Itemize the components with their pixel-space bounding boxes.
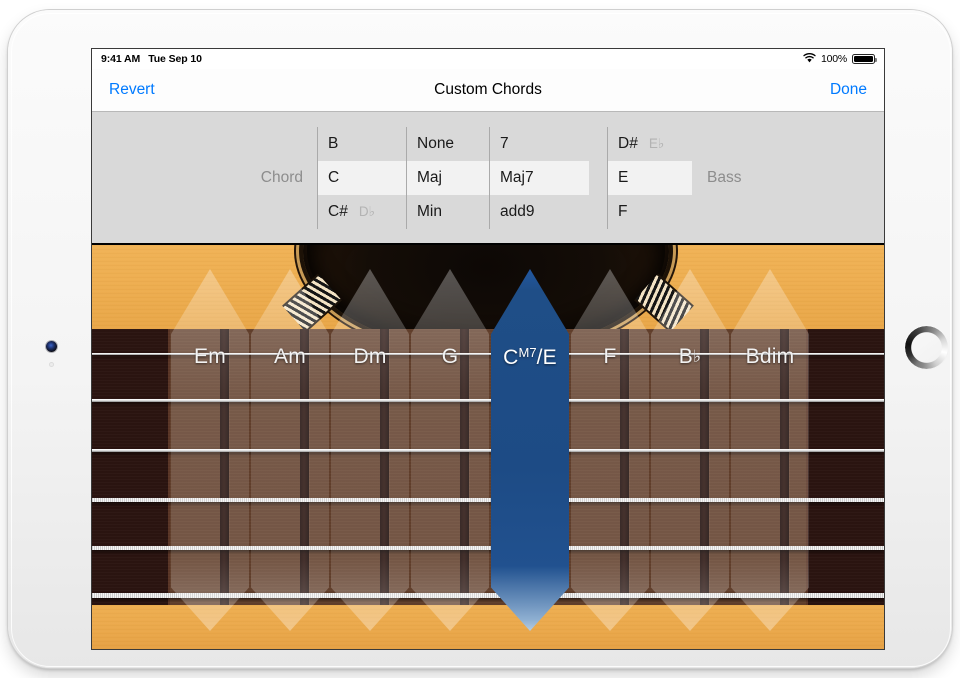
picker-item-enharmonic: D♭: [359, 204, 375, 220]
picker-item-bass-0[interactable]: D# E♭: [608, 127, 692, 161]
front-camera-icon: [46, 341, 57, 352]
chord-strip-1[interactable]: Am: [251, 269, 329, 631]
ipad-screen: 9:41 AM Tue Sep 10 100% Revert Custom Ch…: [92, 49, 884, 649]
picker-column-root[interactable]: B C C# D♭: [317, 127, 406, 229]
chord-strip-label: Bdim: [731, 345, 809, 369]
picker-item-value: D#: [618, 135, 638, 153]
picker-item-extension-1[interactable]: Maj7: [490, 161, 589, 195]
chord-strip-label: Am: [251, 345, 329, 369]
bass-label: Bass: [707, 169, 741, 187]
done-button[interactable]: Done: [830, 69, 867, 110]
picker-item-root-2[interactable]: C# D♭: [318, 195, 406, 229]
picker-column-extension[interactable]: 7 Maj7 add9: [489, 127, 589, 229]
battery-percent-label: 100%: [821, 53, 847, 65]
ipad-device-frame: 9:41 AM Tue Sep 10 100% Revert Custom Ch…: [8, 10, 952, 668]
picker-item-value: None: [417, 135, 454, 153]
wifi-icon: [803, 53, 816, 66]
chord-picker-panel: Chord B C C# D♭: [92, 112, 884, 244]
chord-strip-7[interactable]: Bdim: [731, 269, 809, 631]
picker-item-quality-0[interactable]: None: [407, 127, 489, 161]
chord-strip-label: Dm: [331, 345, 409, 369]
chord-strip-label: B♭: [651, 345, 729, 369]
microphone-icon: [49, 362, 54, 367]
picker-item-enharmonic: E♭: [649, 136, 664, 152]
picker-item-value: B: [328, 135, 338, 153]
picker-item-value: E: [618, 169, 628, 187]
picker-item-extension-2[interactable]: add9: [490, 195, 589, 229]
chord-strip-0[interactable]: Em: [171, 269, 249, 631]
picker-item-value: 7: [500, 135, 509, 153]
chord-strip-label: CM7/E: [491, 345, 569, 370]
guitar-view: Em Am Dm G CM7/E F B♭: [92, 245, 884, 649]
navigation-bar: Revert Custom Chords Done: [92, 69, 884, 112]
chord-strip-label: F: [571, 345, 649, 369]
picker-item-bass-1[interactable]: E: [608, 161, 692, 195]
status-time: 9:41 AM: [101, 53, 140, 65]
picker-item-value: F: [618, 203, 627, 221]
chord-strip-5[interactable]: F: [571, 269, 649, 631]
picker-item-value: Min: [417, 203, 442, 221]
status-date: Tue Sep 10: [148, 53, 202, 65]
picker-item-value: add9: [500, 203, 534, 221]
status-bar-right: 100%: [803, 53, 875, 66]
bass-label-container: Bass: [692, 169, 884, 187]
status-bar-left: 9:41 AM Tue Sep 10: [101, 53, 202, 65]
chord-strip-label: G: [411, 345, 489, 369]
chord-strip-4-selected[interactable]: CM7/E: [491, 269, 569, 631]
page-title: Custom Chords: [92, 69, 884, 110]
picker-column-bass[interactable]: D# E♭ E F: [607, 127, 692, 229]
home-button[interactable]: [904, 325, 949, 370]
picker-item-value: C: [328, 169, 339, 187]
chord-strip-3[interactable]: G: [411, 269, 489, 631]
chord-label-container: Chord: [92, 169, 317, 187]
picker-item-extension-0[interactable]: 7: [490, 127, 589, 161]
picker-item-value: Maj: [417, 169, 442, 187]
picker-item-value: C#: [328, 203, 348, 221]
picker-item-quality-2[interactable]: Min: [407, 195, 489, 229]
picker-item-value: Maj7: [500, 169, 534, 187]
chord-label: Chord: [261, 169, 303, 187]
picker-item-bass-2[interactable]: F: [608, 195, 692, 229]
status-bar: 9:41 AM Tue Sep 10 100%: [92, 49, 884, 69]
picker-item-root-1[interactable]: C: [318, 161, 406, 195]
chord-strip-6[interactable]: B♭: [651, 269, 729, 631]
battery-full-icon: [852, 54, 875, 65]
chord-strip-label: Em: [171, 345, 249, 369]
chord-strip-2[interactable]: Dm: [331, 269, 409, 631]
picker-column-quality[interactable]: None Maj Min: [406, 127, 489, 229]
picker-item-quality-1[interactable]: Maj: [407, 161, 489, 195]
picker-item-root-0[interactable]: B: [318, 127, 406, 161]
chord-picker-row: Chord B C C# D♭: [92, 112, 884, 243]
